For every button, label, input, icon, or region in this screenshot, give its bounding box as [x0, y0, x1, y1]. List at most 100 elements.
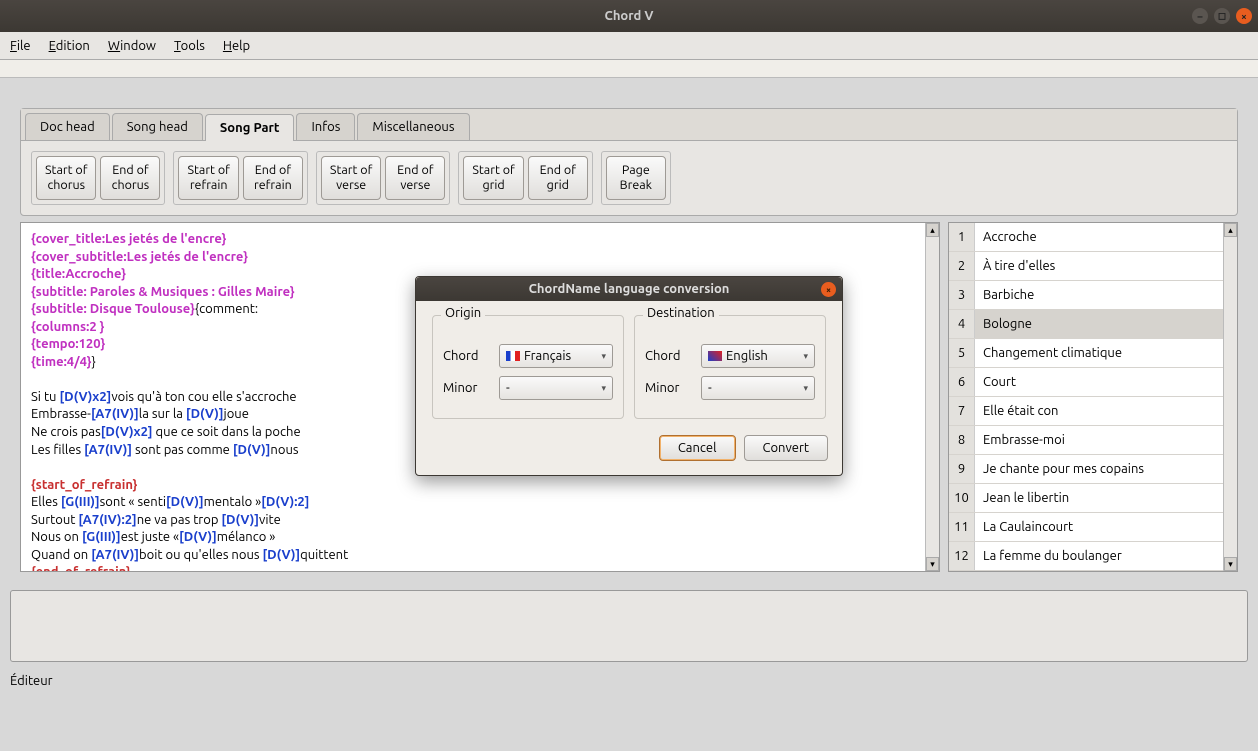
- editor-chord[interactable]: [G(III)]: [82, 530, 121, 544]
- editor-chord[interactable]: [A7(IV):2]: [78, 513, 136, 527]
- menu-file[interactable]: File: [10, 39, 31, 53]
- list-item[interactable]: 3Barbiche: [949, 281, 1237, 310]
- editor-text[interactable]: Si tu: [31, 390, 59, 404]
- list-item-title: Bologne: [975, 317, 1032, 331]
- editor-text[interactable]: Quand on: [31, 548, 91, 562]
- editor-text[interactable]: {comment:: [195, 302, 258, 316]
- start-of-chorus-button[interactable]: Start ofchorus: [36, 156, 96, 200]
- editor-dir[interactable]: {tempo:120}: [31, 337, 105, 351]
- editor-chord[interactable]: [A7(IV)]: [84, 443, 132, 457]
- dest-minor-select[interactable]: - ▾: [701, 376, 815, 400]
- editor-dir[interactable]: {title:Accroche}: [31, 267, 126, 281]
- editor-text[interactable]: Les filles: [31, 443, 84, 457]
- editor-text[interactable]: sont « senti: [100, 495, 166, 509]
- editor-refrain[interactable]: {end_of_refrain}: [31, 565, 131, 572]
- editor-text[interactable]: mentalo »: [204, 495, 262, 509]
- list-item[interactable]: 7Elle était con: [949, 397, 1237, 426]
- editor-refrain[interactable]: {start_of_refrain}: [31, 478, 137, 492]
- editor-text[interactable]: sont pas comme: [132, 443, 233, 457]
- editor-chord[interactable]: [D(V)x2]: [59, 390, 111, 404]
- scroll-up-icon[interactable]: ▴: [926, 223, 939, 237]
- editor-text[interactable]: ne va pas trop: [137, 513, 222, 527]
- editor-text[interactable]: la sur la: [139, 407, 186, 421]
- end-of-refrain-button[interactable]: End ofrefrain: [243, 156, 303, 200]
- editor-text[interactable]: est juste «: [121, 530, 179, 544]
- editor-text[interactable]: Nous on: [31, 530, 82, 544]
- list-item[interactable]: 4Bologne: [949, 310, 1237, 339]
- destination-legend: Destination: [643, 306, 719, 320]
- tab-song-part[interactable]: Song Part: [205, 114, 295, 141]
- editor-chord[interactable]: [G(III)]: [61, 495, 100, 509]
- list-item[interactable]: 2À tire d'elles: [949, 252, 1237, 281]
- list-item[interactable]: 8Embrasse-moi: [949, 426, 1237, 455]
- scroll-down-icon[interactable]: ▾: [926, 557, 939, 571]
- list-item[interactable]: 5Changement climatique: [949, 339, 1237, 368]
- list-item[interactable]: 1Accroche: [949, 223, 1237, 252]
- menu-help[interactable]: Help: [223, 39, 250, 53]
- tab-song-head[interactable]: Song head: [112, 113, 203, 140]
- end-of-verse-button[interactable]: End ofverse: [385, 156, 445, 200]
- menu-tools[interactable]: Tools: [174, 39, 205, 53]
- origin-minor-select[interactable]: - ▾: [499, 376, 613, 400]
- editor-dir[interactable]: {subtitle: Paroles & Musiques : Gilles M…: [31, 285, 295, 299]
- list-item[interactable]: 10 Jean le libertin: [949, 484, 1237, 513]
- editor-text[interactable]: }: [92, 355, 96, 369]
- dest-chord-select[interactable]: English ▾: [701, 344, 815, 368]
- scroll-down-icon[interactable]: ▾: [1224, 557, 1237, 571]
- editor-text[interactable]: Surtout: [31, 513, 78, 527]
- editor-chord[interactable]: [D(V)x2]: [101, 425, 153, 439]
- editor-text[interactable]: Elles: [31, 495, 61, 509]
- minimize-icon[interactable]: –: [1192, 8, 1208, 24]
- start-of-grid-button[interactable]: Start ofgrid: [463, 156, 523, 200]
- dialog-close-icon[interactable]: ×: [821, 282, 836, 297]
- menu-window[interactable]: Window: [108, 39, 156, 53]
- editor-text[interactable]: vite: [259, 513, 281, 527]
- editor-scrollbar[interactable]: ▴ ▾: [925, 223, 939, 571]
- chevron-down-icon: ▾: [803, 351, 808, 362]
- maximize-icon[interactable]: ◻: [1214, 8, 1230, 24]
- list-item[interactable]: 9Je chante pour mes copains: [949, 455, 1237, 484]
- tab-infos[interactable]: Infos: [296, 113, 355, 140]
- editor-text[interactable]: que ce soit dans la poche: [153, 425, 301, 439]
- editor-text[interactable]: quittent: [300, 548, 348, 562]
- editor-chord[interactable]: [D(V)]: [263, 548, 301, 562]
- editor-chord[interactable]: [A7(IV)]: [91, 548, 139, 562]
- editor-dir[interactable]: {columns:2 }: [31, 320, 104, 334]
- origin-chord-select[interactable]: Français ▾: [499, 344, 613, 368]
- menu-edition[interactable]: Edition: [49, 39, 90, 53]
- editor-text[interactable]: Ne crois pas: [31, 425, 101, 439]
- list-item[interactable]: 6Court: [949, 368, 1237, 397]
- convert-button[interactable]: Convert: [744, 435, 829, 461]
- editor-dir[interactable]: {time:4/4}: [31, 355, 92, 369]
- scroll-up-icon[interactable]: ▴: [1224, 223, 1237, 237]
- close-icon[interactable]: ×: [1236, 8, 1252, 24]
- songlist-scrollbar[interactable]: ▴ ▾: [1223, 223, 1237, 571]
- editor-chord[interactable]: [D(V)]: [233, 443, 271, 457]
- tab-miscellaneous[interactable]: Miscellaneous: [357, 113, 469, 140]
- list-item[interactable]: 11La Caulaincourt: [949, 513, 1237, 542]
- editor-chord[interactable]: [D(V)]: [221, 513, 259, 527]
- editor-text[interactable]: joue: [224, 407, 249, 421]
- editor-chord[interactable]: [D(V):2]: [261, 495, 309, 509]
- cancel-button[interactable]: Cancel: [659, 435, 736, 461]
- editor-text[interactable]: nous: [270, 443, 298, 457]
- editor-text[interactable]: Embrasse-: [31, 407, 91, 421]
- start-of-refrain-button[interactable]: Start ofrefrain: [178, 156, 238, 200]
- start-of-verse-button[interactable]: Start ofverse: [321, 156, 381, 200]
- editor-dir[interactable]: {cover_subtitle:Les jetés de l'encre}: [31, 250, 248, 264]
- editor-chord[interactable]: [D(V)]: [166, 495, 204, 509]
- editor-text[interactable]: boit ou qu'elles nous: [139, 548, 262, 562]
- song-list[interactable]: 1Accroche2À tire d'elles3Barbiche4Bologn…: [948, 222, 1238, 572]
- editor-chord[interactable]: [A7(IV)]: [91, 407, 139, 421]
- editor-dir[interactable]: {subtitle: Disque Toulouse}: [31, 302, 195, 316]
- editor-chord[interactable]: [D(V)]: [186, 407, 224, 421]
- editor-text[interactable]: mélanco »: [217, 530, 276, 544]
- end-of-chorus-button[interactable]: End ofchorus: [100, 156, 160, 200]
- editor-chord[interactable]: [D(V)]: [179, 530, 217, 544]
- tab-doc-head[interactable]: Doc head: [25, 113, 110, 140]
- list-item[interactable]: 12La femme du boulanger: [949, 542, 1237, 571]
- end-of-grid-button[interactable]: End ofgrid: [528, 156, 588, 200]
- editor-text[interactable]: vois qu'à ton cou elle s'accroche: [111, 390, 296, 404]
- page-break-button[interactable]: PageBreak: [606, 156, 666, 200]
- editor-dir[interactable]: {cover_title:Les jetés de l'encre}: [31, 232, 226, 246]
